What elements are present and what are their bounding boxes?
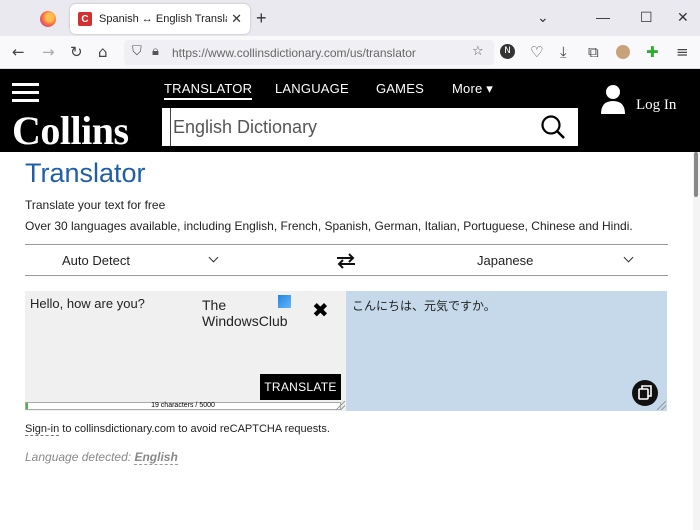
home-icon[interactable]: ⌂ bbox=[98, 43, 108, 61]
minimize-icon[interactable]: — bbox=[596, 9, 610, 25]
extensions-icon[interactable]: ⧉ bbox=[588, 43, 599, 61]
login-link[interactable]: Log In bbox=[636, 97, 676, 114]
reload-icon[interactable]: ↻ bbox=[70, 43, 83, 61]
source-textarea[interactable]: Hello, how are you? bbox=[30, 296, 145, 311]
menu-more[interactable]: More ▾ bbox=[452, 81, 493, 97]
bookmark-star-icon[interactable]: ☆ bbox=[472, 44, 484, 59]
maximize-icon[interactable]: ☐ bbox=[640, 9, 653, 26]
source-chevron-down-icon[interactable] bbox=[208, 252, 219, 263]
tab-title: Spanish ↔ English Translator | C bbox=[99, 13, 227, 25]
download-icon[interactable]: ⤓ bbox=[560, 43, 567, 61]
translate-button[interactable]: TRANSLATE bbox=[260, 374, 341, 400]
user-icon[interactable] bbox=[600, 84, 626, 114]
forward-icon[interactable]: → bbox=[42, 43, 55, 61]
clear-text-icon[interactable]: ✖ bbox=[312, 298, 329, 322]
url-bar[interactable]: ⛉ 🔒︎ https://www.collinsdictionary.com/u… bbox=[124, 40, 494, 65]
extension-puzzle-icon[interactable]: ✚ bbox=[646, 43, 659, 61]
search-input[interactable] bbox=[170, 108, 530, 146]
copy-button[interactable] bbox=[632, 380, 658, 406]
char-count-fill bbox=[26, 403, 28, 409]
watermark-line1: The bbox=[202, 297, 227, 313]
tab-list-chevron-icon[interactable]: ⌄ bbox=[537, 9, 549, 26]
page-title: Translator bbox=[25, 158, 146, 188]
menu-more-label: More bbox=[452, 81, 483, 96]
back-icon[interactable]: ← bbox=[12, 43, 25, 61]
target-text-panel: こんにちは、元気ですか。 bbox=[346, 291, 667, 411]
menu-icon[interactable]: ≡ bbox=[676, 43, 689, 61]
translated-text: こんにちは、元気ですか。 bbox=[352, 299, 496, 313]
page-scrollbar[interactable] bbox=[693, 152, 700, 530]
char-count-bar: 19 characters / 5000 bbox=[25, 402, 341, 410]
firefox-icon[interactable] bbox=[40, 11, 56, 27]
swap-languages-icon[interactable] bbox=[336, 253, 356, 269]
collins-favicon-icon: C bbox=[78, 12, 92, 26]
hamburger-menu-icon[interactable] bbox=[12, 83, 39, 103]
caret-down-icon: ▾ bbox=[486, 81, 493, 96]
target-language-select[interactable]: Japanese bbox=[477, 253, 533, 268]
target-chevron-down-icon[interactable] bbox=[623, 252, 634, 263]
source-language-select[interactable]: Auto Detect bbox=[62, 253, 130, 268]
search-box bbox=[162, 108, 578, 146]
language-detected: Language detected: English bbox=[25, 450, 178, 465]
watermark-line2: WindowsClub bbox=[202, 313, 288, 329]
watermark: The WindowsClub bbox=[202, 297, 288, 329]
collins-logo[interactable]: Collins bbox=[12, 107, 129, 154]
source-text-panel[interactable]: Hello, how are you? The WindowsClub ✖ TR… bbox=[25, 291, 346, 411]
shield-icon[interactable]: ⛉ bbox=[132, 44, 142, 59]
pocket-icon[interactable]: ♡ bbox=[530, 43, 543, 61]
language-bar: Auto Detect Japanese bbox=[25, 244, 668, 276]
lock-icon[interactable]: 🔒︎ bbox=[152, 44, 159, 59]
url-text[interactable]: https://www.collinsdictionary.com/us/tra… bbox=[172, 46, 416, 60]
page-subtitle: Translate your text for free bbox=[25, 198, 166, 212]
watermark-logo-icon bbox=[278, 295, 291, 308]
browser-tab[interactable]: C Spanish ↔ English Translator | C ✕ bbox=[70, 4, 250, 34]
language-detected-value: English bbox=[134, 450, 178, 465]
new-tab-button[interactable]: + bbox=[256, 8, 267, 29]
resize-handle-icon[interactable] bbox=[336, 401, 345, 410]
browser-nav-bar: ← → ↻ ⌂ ⛉ 🔒︎ https://www.collinsdictiona… bbox=[0, 36, 700, 69]
copy-icon bbox=[638, 385, 652, 400]
browser-tab-bar: C Spanish ↔ English Translator | C ✕ + ⌄… bbox=[0, 0, 700, 36]
page-description: Over 30 languages available, including E… bbox=[25, 219, 633, 233]
menu-language[interactable]: LANGUAGE bbox=[275, 81, 349, 96]
tab-close-icon[interactable]: ✕ bbox=[231, 11, 242, 27]
site-header: Collins TRANSLATOR LANGUAGE GAMES More ▾… bbox=[0, 69, 700, 154]
menu-translator[interactable]: TRANSLATOR bbox=[164, 81, 253, 100]
signin-notice-text: to collinsdictionary.com to avoid reCAPT… bbox=[59, 423, 330, 435]
language-detected-label: Language detected: bbox=[25, 450, 132, 464]
search-icon[interactable] bbox=[540, 114, 566, 140]
profile-avatar-icon[interactable] bbox=[616, 45, 630, 59]
window-close-icon[interactable]: ✕ bbox=[677, 9, 689, 26]
menu-games[interactable]: GAMES bbox=[376, 81, 424, 96]
char-count-text: 19 characters / 5000 bbox=[151, 402, 215, 409]
signin-link[interactable]: Sign-in bbox=[25, 423, 60, 436]
scrollbar-thumb[interactable] bbox=[694, 152, 698, 197]
signin-notice: Sign-in to collinsdictionary.com to avoi… bbox=[25, 423, 330, 436]
resize-handle-icon[interactable] bbox=[657, 401, 666, 410]
account-badge-icon[interactable]: N bbox=[500, 44, 515, 59]
